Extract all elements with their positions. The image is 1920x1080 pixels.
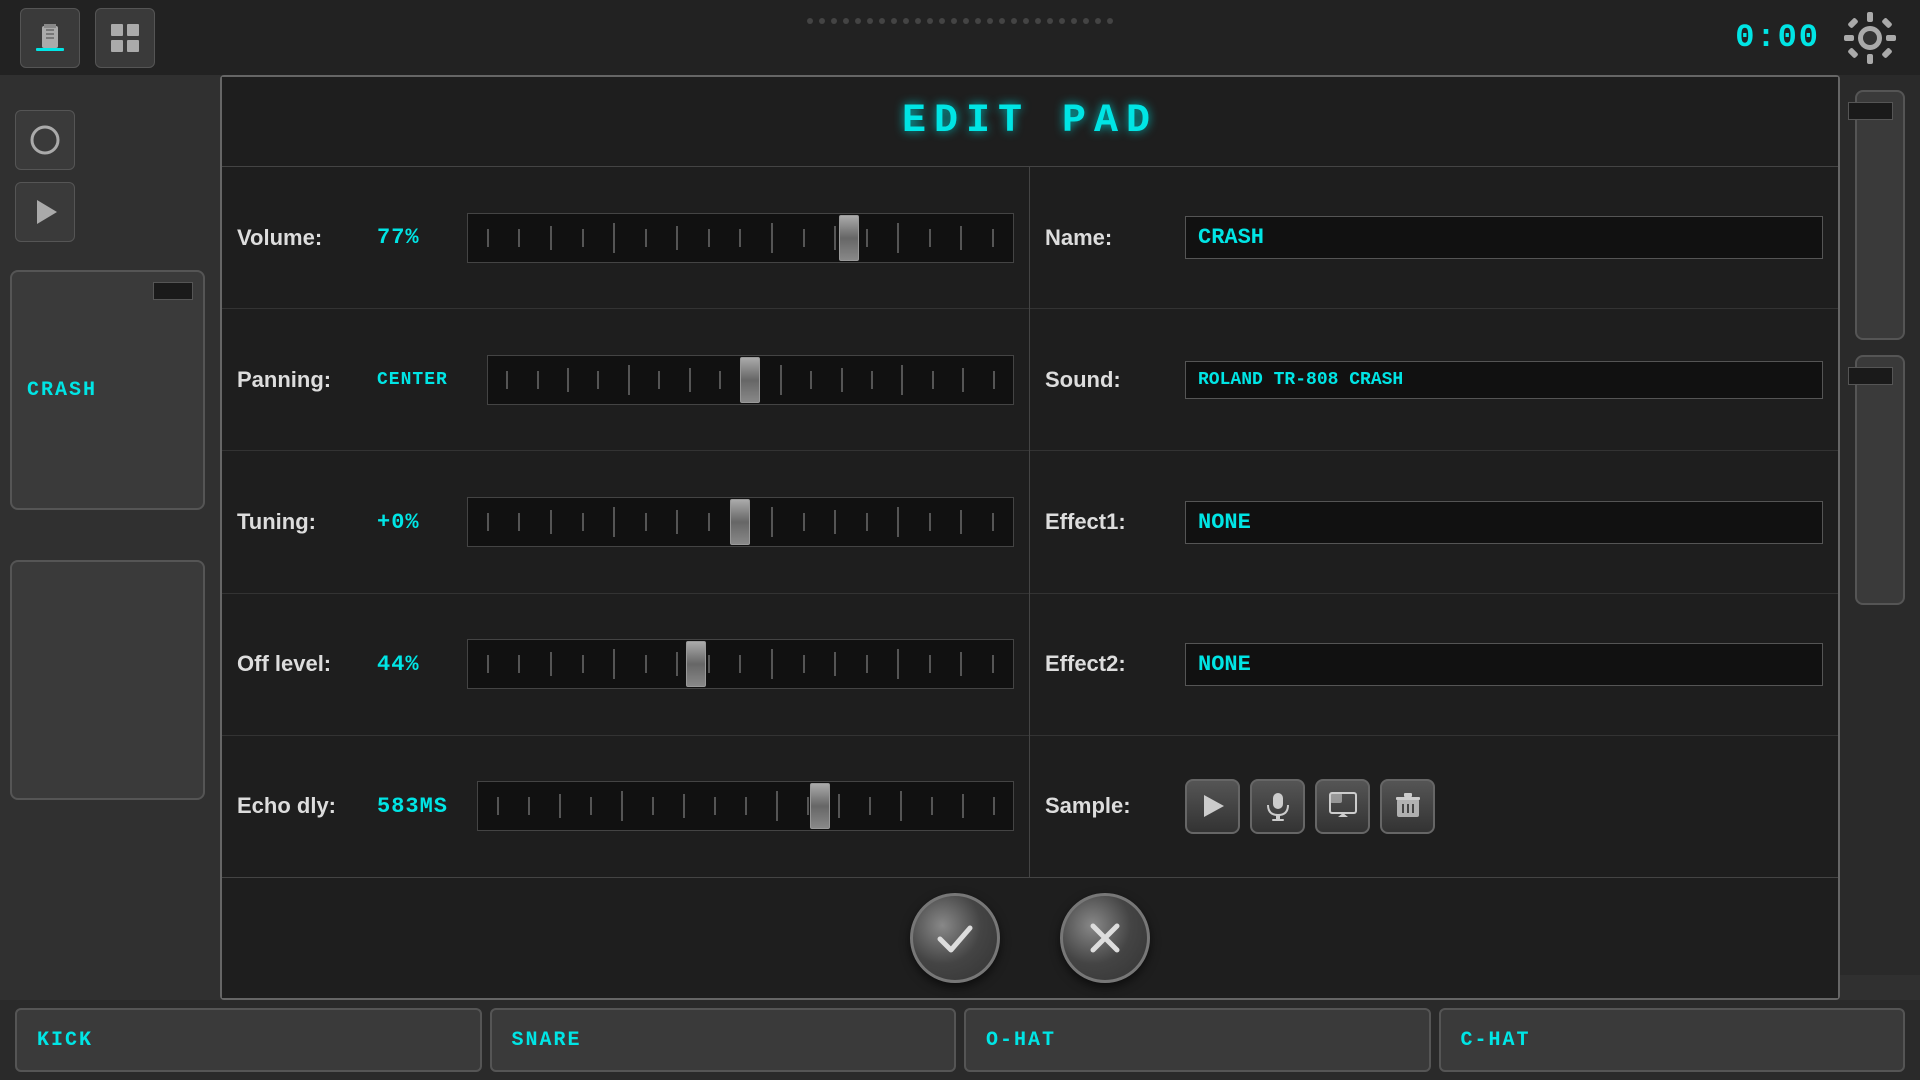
- name-label: Name:: [1045, 225, 1175, 251]
- echodly-row: Echo dly: 583MS: [222, 736, 1029, 877]
- sound-row: Sound:: [1030, 309, 1838, 451]
- tuning-row: Tuning: +0%: [222, 451, 1029, 593]
- echodly-thumb[interactable]: [810, 783, 830, 829]
- ohat-pad-button[interactable]: O-HAT: [964, 1008, 1431, 1072]
- bottom-bar: KICK SNARE O-HAT C-HAT: [0, 1000, 1920, 1080]
- cancel-button[interactable]: [1060, 893, 1150, 983]
- crash-pad-indicator: [153, 282, 193, 300]
- chat-pad-label: C-HAT: [1461, 1029, 1531, 1052]
- params-area: Volume: 77%: [222, 167, 1838, 878]
- right-indicator-lower: [1848, 367, 1893, 385]
- top-bar: 0:00: [0, 0, 1920, 75]
- sample-actions: [1185, 779, 1435, 834]
- sample-record-button[interactable]: [1250, 779, 1305, 834]
- top-dots: [807, 18, 1113, 24]
- offlevel-row: Off level: 44%: [222, 594, 1029, 736]
- tuning-value: +0%: [377, 510, 457, 535]
- sample-import-button[interactable]: [1315, 779, 1370, 834]
- tuning-thumb[interactable]: [730, 499, 750, 545]
- right-params-col: Name: Sound: Effect1: Effect2:: [1030, 167, 1838, 877]
- left-pad-lower-button[interactable]: [10, 560, 205, 800]
- echodly-value: 583MS: [377, 794, 467, 819]
- effect1-input[interactable]: [1185, 501, 1823, 544]
- panning-label: Panning:: [237, 367, 367, 393]
- volume-ticks: [468, 214, 1013, 262]
- grid-icon-btn[interactable]: [95, 8, 155, 68]
- volume-value: 77%: [377, 225, 457, 250]
- effect2-label: Effect2:: [1045, 651, 1175, 677]
- dialog-header: EDIT PAD: [222, 77, 1838, 167]
- edit-pad-dialog: EDIT PAD Volume: 77%: [220, 75, 1840, 1000]
- dialog-footer: [222, 878, 1838, 998]
- effect2-input[interactable]: [1185, 643, 1823, 686]
- pencil-icon-btn[interactable]: [20, 8, 80, 68]
- crash-pad-label: CRASH: [27, 379, 97, 402]
- left-toolbar: [15, 110, 75, 242]
- tuning-slider[interactable]: [467, 497, 1014, 547]
- settings-icon-btn[interactable]: [1840, 8, 1900, 68]
- right-pad-upper[interactable]: [1855, 90, 1905, 340]
- echodly-label: Echo dly:: [237, 793, 367, 819]
- right-pad-lower[interactable]: [1855, 355, 1905, 605]
- kick-pad-button[interactable]: KICK: [15, 1008, 482, 1072]
- effect1-label: Effect1:: [1045, 509, 1175, 535]
- effect1-row: Effect1:: [1030, 451, 1838, 593]
- sample-delete-button[interactable]: [1380, 779, 1435, 834]
- chat-pad-button[interactable]: C-HAT: [1439, 1008, 1906, 1072]
- play-icon-btn[interactable]: [15, 182, 75, 242]
- volume-thumb[interactable]: [839, 215, 859, 261]
- volume-row: Volume: 77%: [222, 167, 1029, 309]
- name-input[interactable]: [1185, 216, 1823, 259]
- dialog-title: EDIT PAD: [902, 99, 1158, 144]
- tuning-label: Tuning:: [237, 509, 367, 535]
- ohat-pad-label: O-HAT: [986, 1029, 1056, 1052]
- offlevel-ticks: [468, 640, 1013, 688]
- panning-slider[interactable]: [487, 355, 1014, 405]
- volume-slider[interactable]: [467, 213, 1014, 263]
- dialog-content: Volume: 77%: [222, 167, 1838, 998]
- effect2-row: Effect2:: [1030, 594, 1838, 736]
- top-left-icons: [20, 8, 155, 68]
- top-right: 0:00: [1735, 8, 1900, 68]
- crash-pad-area: CRASH: [0, 260, 215, 520]
- confirm-button[interactable]: [910, 893, 1000, 983]
- snare-pad-label: SNARE: [512, 1029, 582, 1052]
- right-indicator-upper: [1848, 102, 1893, 120]
- left-params-col: Volume: 77%: [222, 167, 1030, 877]
- kick-pad-label: KICK: [37, 1029, 93, 1052]
- sample-play-button[interactable]: [1185, 779, 1240, 834]
- sound-input[interactable]: [1185, 361, 1823, 399]
- sound-label: Sound:: [1045, 367, 1175, 393]
- left-pad-lower-area: [0, 550, 215, 810]
- echodly-slider[interactable]: [477, 781, 1014, 831]
- sample-row: Sample:: [1030, 736, 1838, 877]
- circle-icon-btn[interactable]: [15, 110, 75, 170]
- name-row: Name:: [1030, 167, 1838, 309]
- offlevel-slider[interactable]: [467, 639, 1014, 689]
- offlevel-thumb[interactable]: [686, 641, 706, 687]
- panning-thumb[interactable]: [740, 357, 760, 403]
- sample-label: Sample:: [1045, 793, 1175, 819]
- panning-row: Panning: CENTER: [222, 309, 1029, 451]
- offlevel-label: Off level:: [237, 651, 367, 677]
- echodly-ticks: [478, 782, 1013, 830]
- right-sidebar: [1840, 75, 1920, 975]
- offlevel-value: 44%: [377, 652, 457, 677]
- panning-value: CENTER: [377, 370, 477, 390]
- time-display: 0:00: [1735, 19, 1820, 56]
- crash-pad-button[interactable]: CRASH: [10, 270, 205, 510]
- snare-pad-button[interactable]: SNARE: [490, 1008, 957, 1072]
- volume-label: Volume:: [237, 225, 367, 251]
